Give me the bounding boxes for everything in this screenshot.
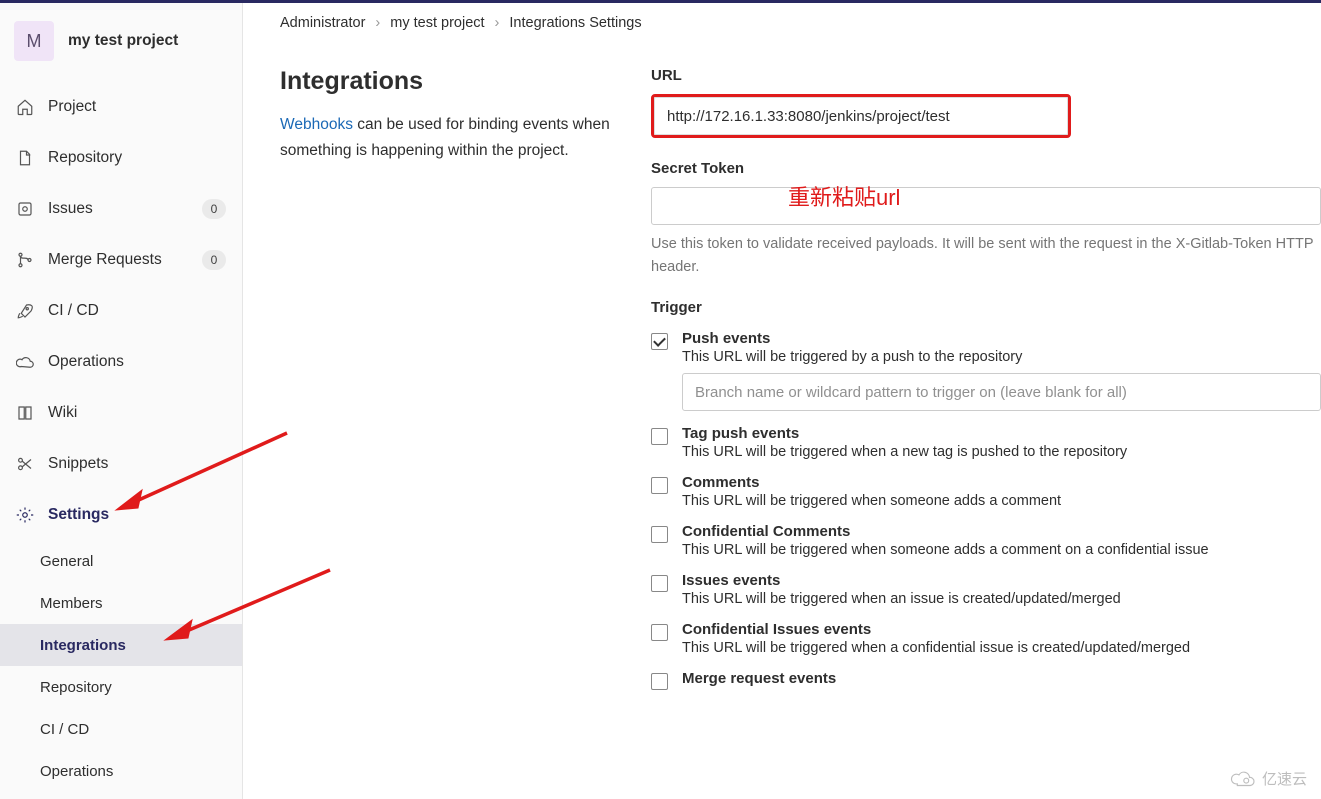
settings-sub-repository[interactable]: Repository	[0, 666, 242, 708]
sidebar-item-project[interactable]: Project	[0, 81, 242, 132]
trigger-description: This URL will be triggered when someone …	[682, 542, 1321, 558]
webhooks-link[interactable]: Webhooks	[280, 116, 353, 133]
trigger-description: This URL will be triggered by a push to …	[682, 349, 1321, 365]
sidebar-item-operations[interactable]: Operations	[0, 336, 242, 387]
trigger-checkbox[interactable]	[651, 428, 668, 445]
trigger-checkbox[interactable]	[651, 477, 668, 494]
secret-token-help: Use this token to validate received payl…	[651, 233, 1321, 279]
trigger-title: Tag push events	[682, 425, 1321, 442]
trigger-checkbox[interactable]	[651, 624, 668, 641]
trigger-checkbox[interactable]	[651, 333, 668, 350]
trigger-description: This URL will be triggered when an issue…	[682, 591, 1321, 607]
trigger-row: Push events This URL will be triggered by…	[651, 330, 1321, 411]
settings-sub-integrations[interactable]: Integrations	[0, 624, 242, 666]
page-description: Webhooks can be used for binding events …	[280, 112, 613, 165]
sidebar-item-ci-cd[interactable]: CI / CD	[0, 285, 242, 336]
url-input[interactable]	[654, 97, 1068, 135]
trigger-checkbox[interactable]	[651, 673, 668, 690]
nav-label: Snippets	[48, 455, 226, 473]
sidebar-item-merge-requests[interactable]: Merge Requests 0	[0, 234, 242, 285]
sidebar-nav: Project Repository Issues 0 Merge Requests 0 C…	[0, 81, 242, 792]
chevron-right-icon: ›	[375, 15, 380, 31]
nav-label: Settings	[48, 506, 226, 524]
trigger-title: Confidential Comments	[682, 523, 1321, 540]
main-content: Administrator › my test project › Integr…	[243, 3, 1321, 799]
nav-label: Project	[48, 98, 226, 116]
trigger-row: Confidential Issues events This URL will …	[651, 621, 1321, 656]
settings-sub-operations[interactable]: Operations	[0, 750, 242, 792]
trigger-description: This URL will be triggered when someone …	[682, 493, 1321, 509]
project-name: my test project	[68, 32, 178, 50]
breadcrumb-link[interactable]: Administrator	[280, 15, 365, 31]
trigger-checkbox[interactable]	[651, 526, 668, 543]
gear-icon	[16, 506, 34, 524]
trigger-row: Comments This URL will be triggered when …	[651, 474, 1321, 509]
trigger-description: This URL will be triggered when a confid…	[682, 640, 1321, 656]
settings-sub-members[interactable]: Members	[0, 582, 242, 624]
trigger-title: Issues events	[682, 572, 1321, 589]
count-badge: 0	[202, 199, 226, 219]
nav-label: Wiki	[48, 404, 226, 422]
file-icon	[16, 149, 34, 167]
book-icon	[16, 404, 34, 422]
breadcrumb-current: Integrations Settings	[509, 15, 641, 31]
breadcrumb: Administrator › my test project › Integr…	[280, 15, 1321, 31]
trigger-row: Confidential Comments This URL will be tr…	[651, 523, 1321, 558]
sidebar-item-wiki[interactable]: Wiki	[0, 387, 242, 438]
nav-label: Issues	[48, 200, 188, 218]
trigger-title: Merge request events	[682, 670, 1321, 687]
nav-label: Operations	[48, 353, 226, 371]
trigger-title: Confidential Issues events	[682, 621, 1321, 638]
trigger-title: Push events	[682, 330, 1321, 347]
project-header[interactable]: M my test project	[0, 13, 242, 81]
trigger-row: Tag push events This URL will be triggere…	[651, 425, 1321, 460]
webhook-form: URL Secret Token Use this token to valid…	[651, 67, 1321, 704]
count-badge: 0	[202, 250, 226, 270]
issue-icon	[16, 200, 34, 218]
settings-subnav: GeneralMembersIntegrationsRepositoryCI /…	[0, 540, 242, 792]
nav-label: Repository	[48, 149, 226, 167]
project-avatar: M	[14, 21, 54, 61]
nav-label: Merge Requests	[48, 251, 188, 269]
home-icon	[16, 98, 34, 116]
chevron-right-icon: ›	[495, 15, 500, 31]
trigger-title: Comments	[682, 474, 1321, 491]
sidebar-item-snippets[interactable]: Snippets	[0, 438, 242, 489]
trigger-checkbox[interactable]	[651, 575, 668, 592]
sidebar: M my test project Project Repository Issue…	[0, 3, 243, 799]
url-highlight-box	[651, 94, 1071, 138]
secret-token-input[interactable]	[651, 187, 1321, 225]
sidebar-item-repository[interactable]: Repository	[0, 132, 242, 183]
url-label: URL	[651, 67, 1321, 84]
rocket-icon	[16, 302, 34, 320]
settings-sub-general[interactable]: General	[0, 540, 242, 582]
trigger-row: Merge request events	[651, 670, 1321, 690]
nav-label: CI / CD	[48, 302, 226, 320]
page-intro: Integrations Webhooks can be used for bi…	[280, 67, 613, 704]
trigger-label: Trigger	[651, 299, 1321, 316]
breadcrumb-link[interactable]: my test project	[390, 15, 484, 31]
merge-icon	[16, 251, 34, 269]
cloud-icon	[16, 353, 34, 371]
trigger-row: Issues events This URL will be triggered …	[651, 572, 1321, 607]
branch-filter-input[interactable]	[682, 373, 1321, 411]
scissors-icon	[16, 455, 34, 473]
settings-sub-ci-cd[interactable]: CI / CD	[0, 708, 242, 750]
sidebar-item-settings[interactable]: Settings	[0, 489, 242, 540]
page-title: Integrations	[280, 67, 613, 96]
trigger-description: This URL will be triggered when a new ta…	[682, 444, 1321, 460]
secret-token-label: Secret Token	[651, 160, 1321, 177]
trigger-list: Push events This URL will be triggered by…	[651, 330, 1321, 690]
sidebar-item-issues[interactable]: Issues 0	[0, 183, 242, 234]
